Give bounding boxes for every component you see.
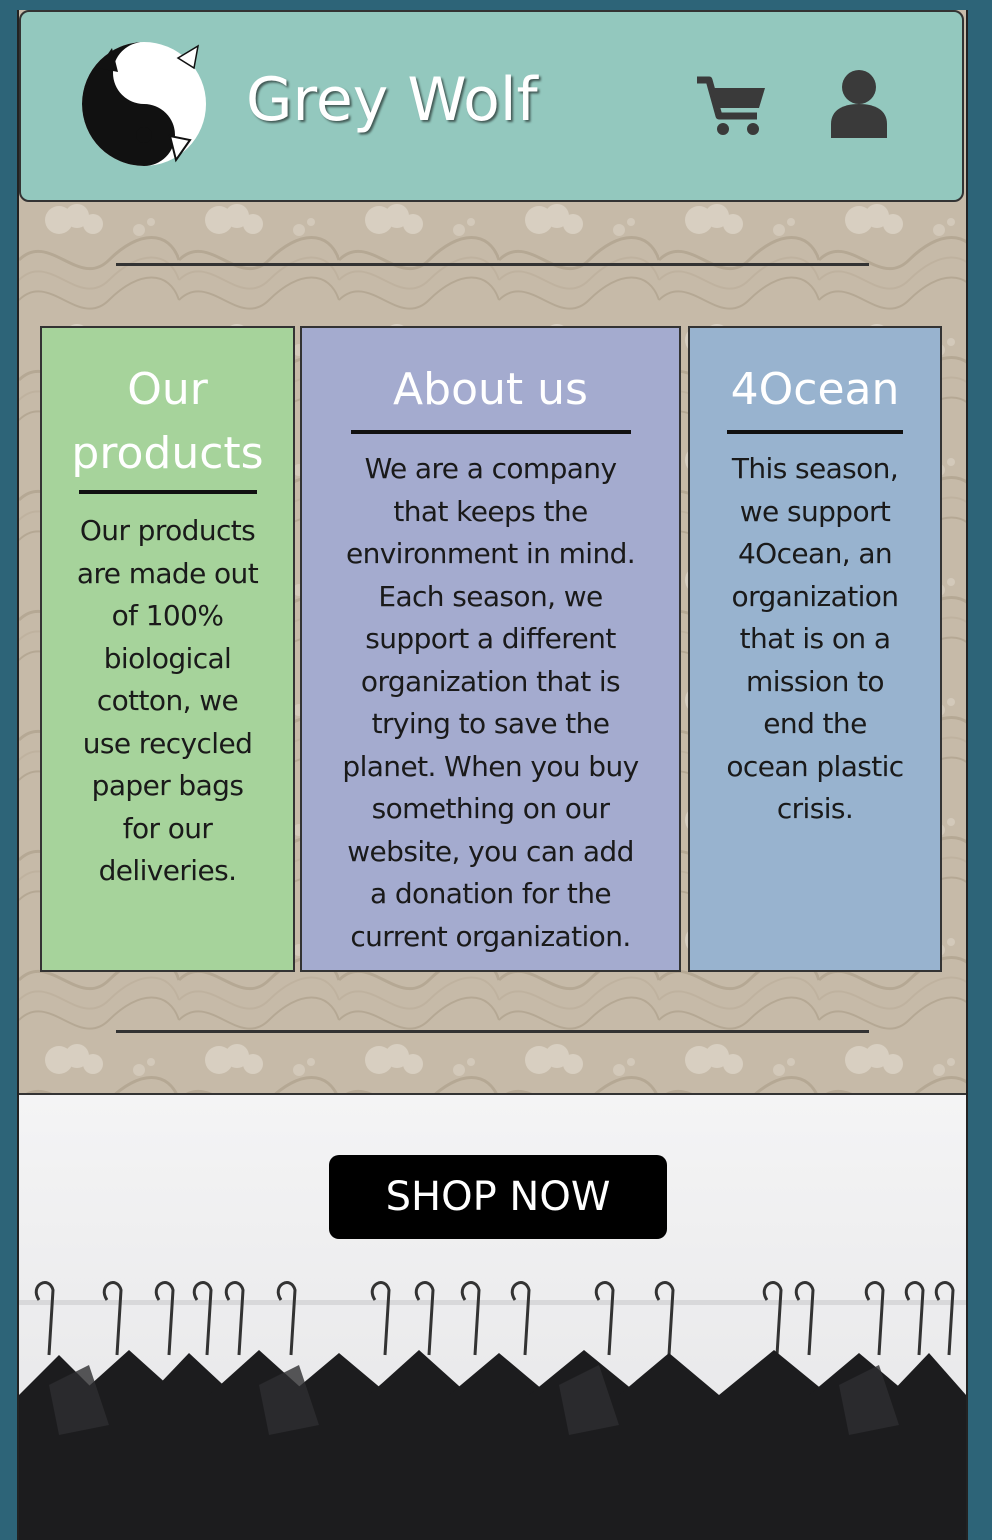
site-header: Grey Wolf [19,10,964,202]
hero-banner: SHOP NOW [19,1093,966,1540]
card-body: We are a company that keeps the environm… [342,452,639,953]
section-divider-bottom [116,1030,869,1033]
card-about-us: About us We are a company that keeps the… [300,326,681,972]
card-our-products: Our products Our products are made out o… [40,326,295,972]
card-body: This season, we support 4Ocean, an organ… [726,452,904,825]
card-title-underline [727,430,903,434]
user-icon[interactable] [829,68,889,138]
card-body: Our products are made out of 100% biolog… [76,514,259,887]
brand-title[interactable]: Grey Wolf [246,70,538,130]
card-title-underline [78,490,257,494]
card-4ocean: 4Ocean This season, we support 4Ocean, a… [688,326,942,972]
card-title-underline [350,430,631,434]
card-title: 4Ocean [730,364,900,415]
page-frame: Grey Wolf Our products Our products are … [17,10,968,1540]
card-title: Our products [71,364,264,479]
card-title: About us [393,364,588,415]
wolf-logo-icon[interactable] [78,38,210,170]
cart-icon[interactable] [695,74,767,138]
shop-now-button[interactable]: SHOP NOW [329,1155,667,1239]
section-divider-top [116,263,869,266]
